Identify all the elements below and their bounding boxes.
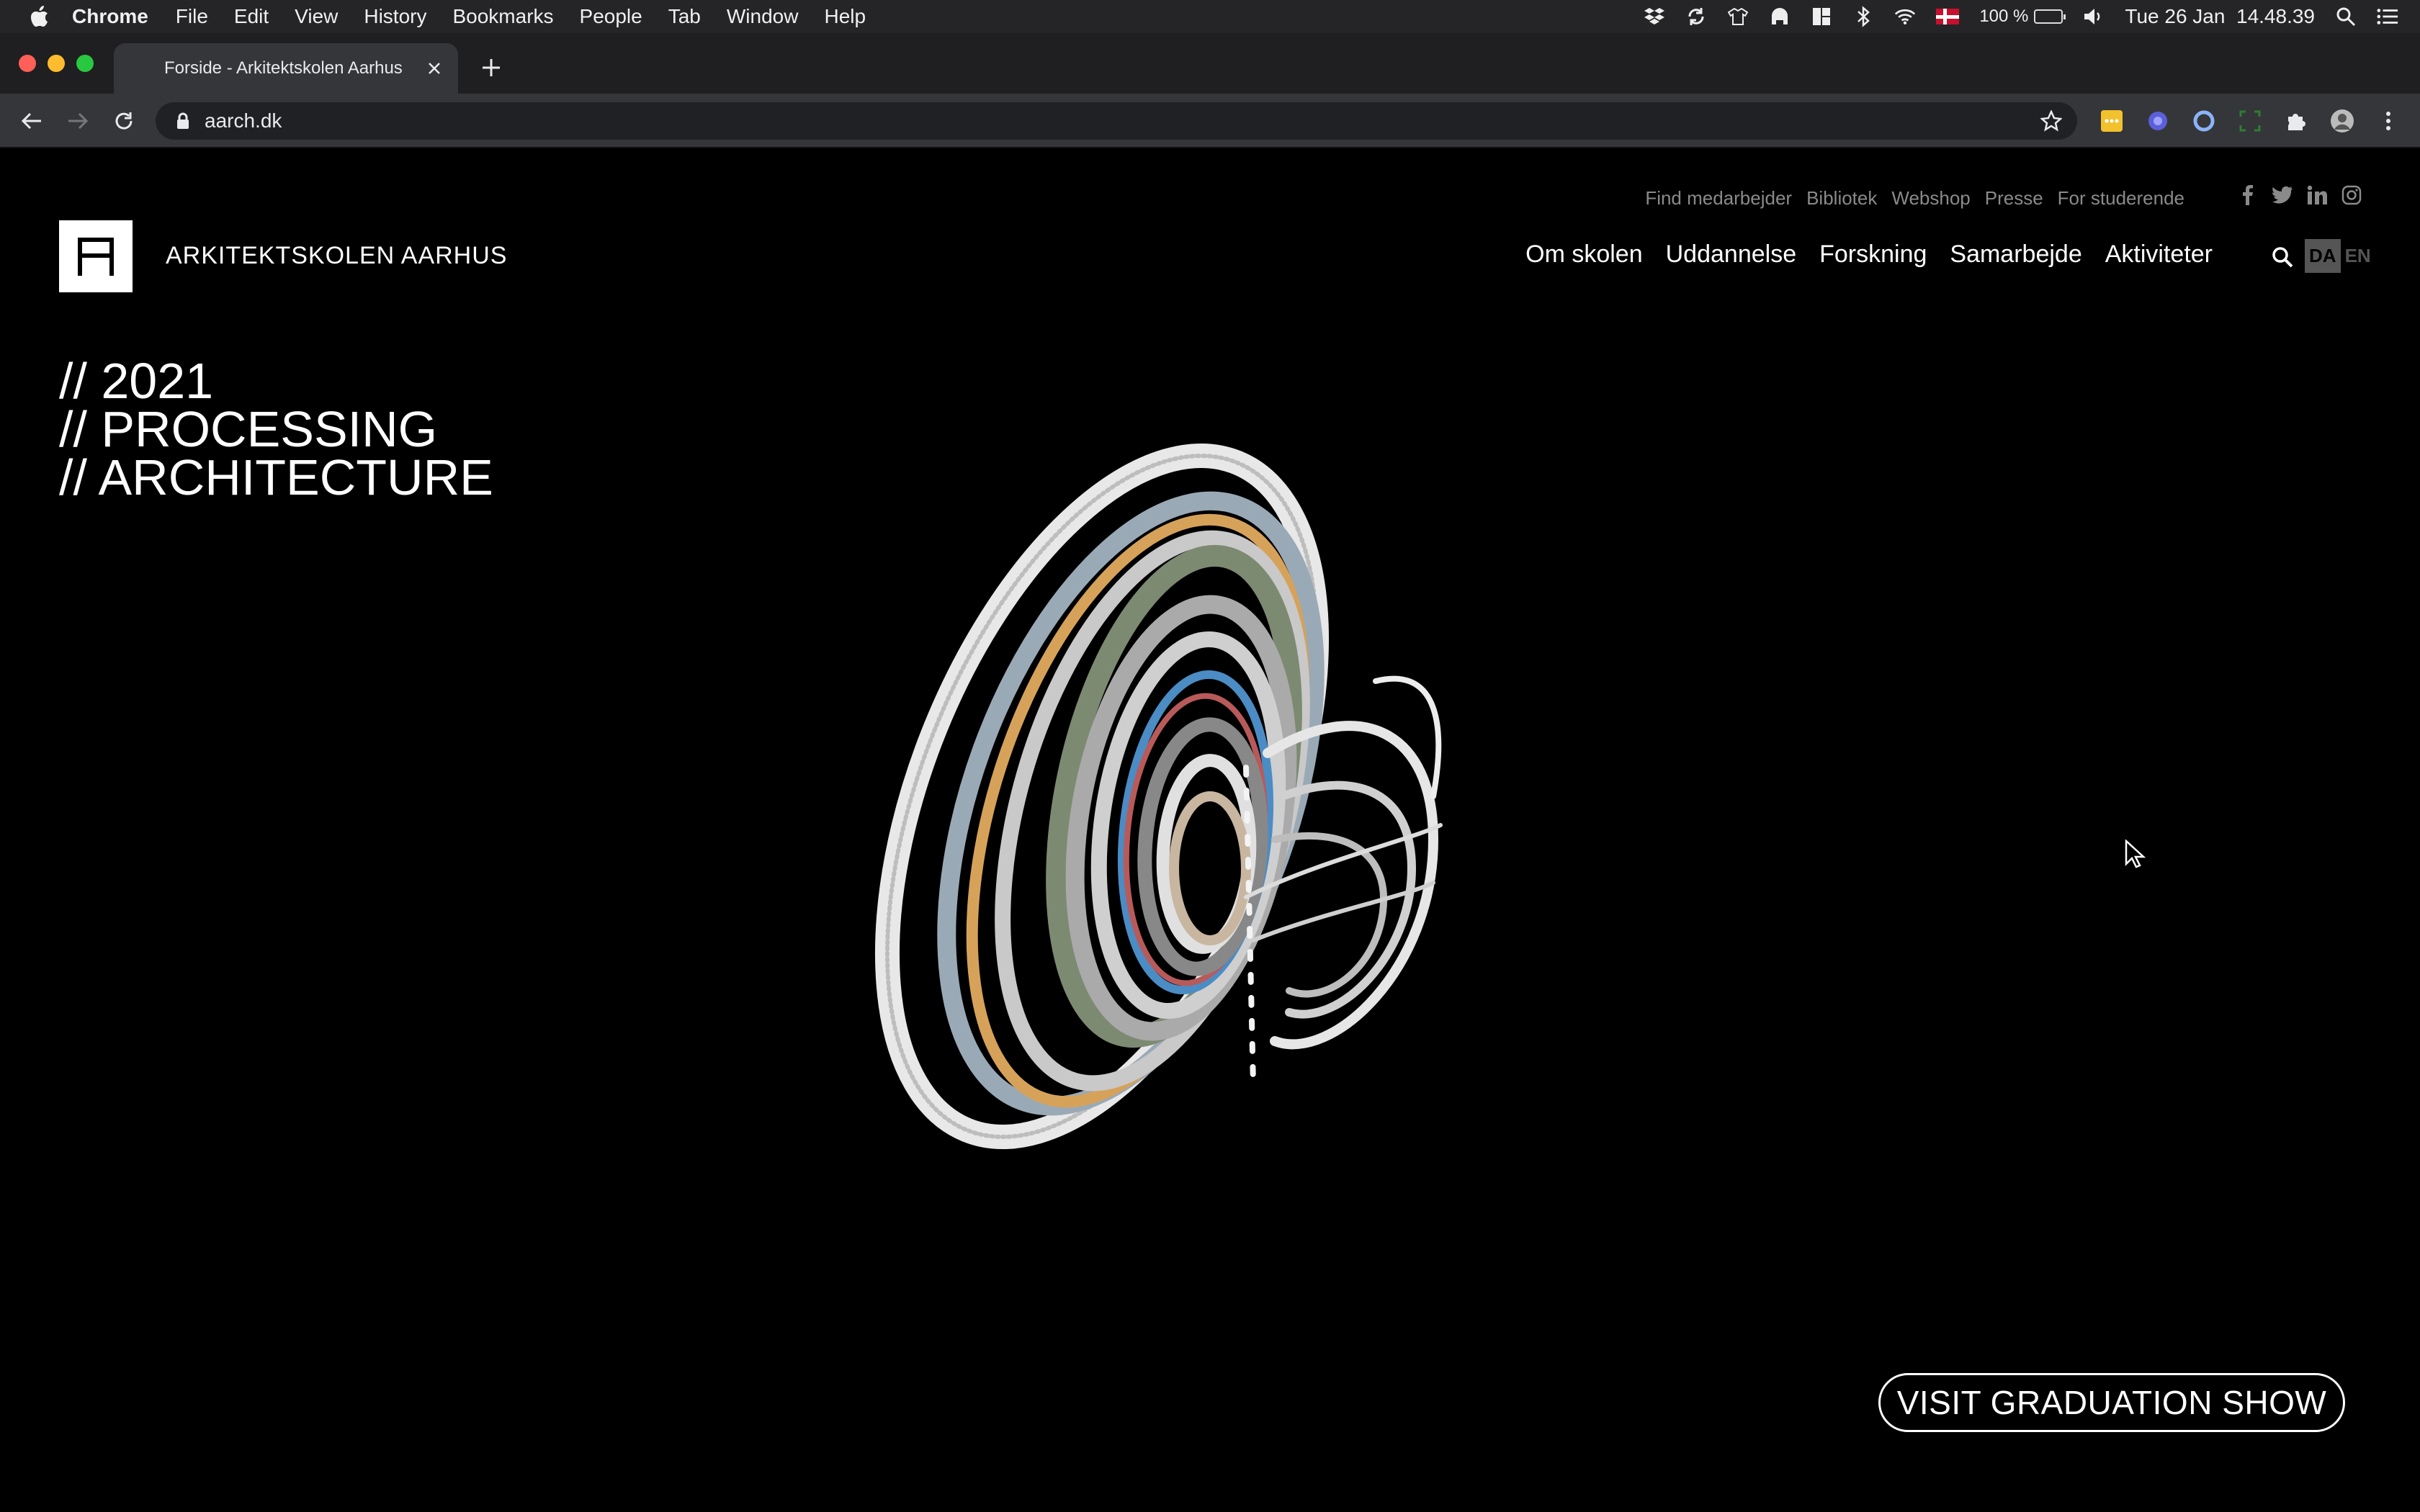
browser-tab-active[interactable]: Forside - Arkitektskolen Aarhus: [114, 43, 458, 94]
hero-headline: // 2021 // PROCESSING // ARCHITECTURE: [59, 353, 493, 505]
headline-line-3: // ARCHITECTURE: [59, 449, 493, 505]
menu-bookmarks[interactable]: Bookmarks: [452, 5, 553, 28]
wifi-icon[interactable]: [1894, 6, 1916, 27]
lang-da[interactable]: DA: [2305, 239, 2341, 273]
shirt-icon[interactable]: [1727, 6, 1749, 27]
bookmark-star-icon[interactable]: [2040, 109, 2063, 132]
browser-toolbar: aarch.dk: [0, 94, 2420, 148]
linkedin-icon[interactable]: [2306, 184, 2328, 206]
nav-samarbejde[interactable]: Samarbejde: [1950, 240, 2081, 269]
danish-flag-icon[interactable]: [1936, 9, 1960, 24]
tab-title: Forside - Arkitektskolen Aarhus: [164, 58, 403, 78]
window-fullscreen-button[interactable]: [76, 55, 94, 72]
extension-ring-icon[interactable]: [2190, 107, 2218, 135]
window-minimize-button[interactable]: [48, 55, 65, 72]
reload-icon[interactable]: [109, 107, 138, 135]
forward-arrow-icon[interactable]: [63, 107, 92, 135]
mouse-cursor-icon: [2125, 840, 2146, 868]
apple-menu-icon[interactable]: [29, 6, 50, 27]
hero-3d-sculpture: [874, 444, 1443, 1149]
address-bar[interactable]: aarch.dk: [156, 102, 2077, 140]
window-close-button[interactable]: [19, 55, 36, 72]
dropbox-icon[interactable]: [1644, 6, 1665, 27]
spotlight-search-icon[interactable]: [2335, 6, 2357, 27]
social-links: [2237, 184, 2362, 206]
site-logo[interactable]: [59, 220, 133, 292]
nav-uddannelse[interactable]: Uddannelse: [1666, 240, 1796, 269]
lang-en[interactable]: EN: [2341, 239, 2375, 273]
menu-tab[interactable]: Tab: [668, 5, 701, 28]
headline-line-1: // 2021: [59, 353, 214, 409]
site-search-icon[interactable]: [2270, 245, 2295, 269]
util-link-for-studerende[interactable]: For studerende: [2058, 187, 2184, 210]
nav-forskning[interactable]: Forskning: [1819, 240, 1927, 269]
extensions-puzzle-icon[interactable]: [2282, 107, 2311, 135]
extension-globe-icon[interactable]: [2143, 107, 2172, 135]
menu-app-name[interactable]: Chrome: [72, 5, 148, 28]
lock-icon[interactable]: [174, 112, 192, 130]
menu-window[interactable]: Window: [727, 5, 799, 28]
menu-people[interactable]: People: [580, 5, 642, 28]
bluetooth-icon[interactable]: [1852, 6, 1874, 27]
layout-icon[interactable]: [1811, 6, 1832, 27]
nav-om-skolen[interactable]: Om skolen: [1525, 240, 1643, 269]
visit-graduation-show-button[interactable]: VISIT GRADUATION SHOW: [1878, 1373, 2345, 1432]
web-page: ARKITEKTSKOLEN AARHUS Find medarbejder B…: [0, 148, 2420, 1512]
status-area: 100 % Tue 26 Jan 14.48.39: [1644, 0, 2398, 33]
menu-help[interactable]: Help: [824, 5, 866, 28]
back-arrow-icon[interactable]: [17, 107, 46, 135]
sync-icon[interactable]: [1685, 6, 1707, 27]
url-text[interactable]: aarch.dk: [205, 109, 282, 132]
new-tab-icon[interactable]: [478, 55, 504, 81]
clock[interactable]: Tue 26 Jan 14.48.39: [2125, 5, 2315, 28]
tab-close-icon[interactable]: [424, 58, 445, 79]
volume-icon[interactable]: [2083, 6, 2105, 27]
nav-aktiviteter[interactable]: Aktiviteter: [2105, 240, 2213, 269]
util-link-presse[interactable]: Presse: [1985, 187, 2043, 210]
helmet-icon[interactable]: [1769, 6, 1791, 27]
twitter-icon[interactable]: [2272, 184, 2293, 206]
battery-status[interactable]: 100 %: [1979, 6, 2066, 27]
site-name[interactable]: ARKITEKTSKOLEN AARHUS: [166, 242, 507, 270]
utility-nav: Find medarbejder Bibliotek Webshop Press…: [1645, 187, 2184, 210]
menu-view[interactable]: View: [295, 5, 338, 28]
battery-icon: [2034, 9, 2066, 24]
main-nav: Om skolen Uddannelse Forskning Samarbejd…: [1525, 240, 2213, 269]
util-link-bibliotek[interactable]: Bibliotek: [1806, 187, 1877, 210]
extension-screenshot-icon[interactable]: [2236, 107, 2264, 135]
extension-notes-icon[interactable]: [2097, 107, 2126, 135]
language-switcher: DA EN: [2305, 239, 2375, 273]
menu-history[interactable]: History: [364, 5, 426, 28]
battery-percent: 100 %: [1979, 6, 2029, 26]
menu-file[interactable]: File: [176, 5, 208, 28]
util-link-webshop[interactable]: Webshop: [1891, 187, 1970, 210]
menu-edit[interactable]: Edit: [234, 5, 269, 28]
chrome-menu-icon[interactable]: [2374, 107, 2403, 135]
notification-center-icon[interactable]: [2377, 6, 2398, 27]
profile-avatar[interactable]: [2328, 107, 2357, 135]
util-link-find-medarbejder[interactable]: Find medarbejder: [1645, 187, 1792, 210]
facebook-icon[interactable]: [2237, 184, 2259, 206]
logo-a-icon: [78, 238, 114, 276]
instagram-icon[interactable]: [2341, 184, 2362, 206]
macos-menu-bar: Chrome File Edit View History Bookmarks …: [0, 0, 2420, 33]
headline-line-2: // PROCESSING: [59, 401, 438, 457]
